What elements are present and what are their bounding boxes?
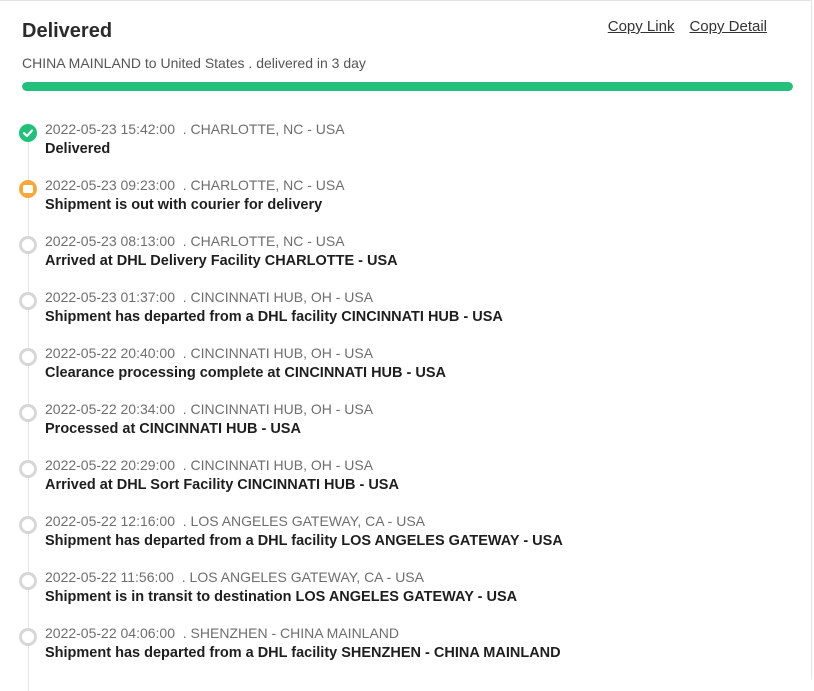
event-location: . CHARLOTTE, NC - USA — [182, 121, 345, 137]
timeline-event: 2022-05-23 15:42:00 . CHARLOTTE, NC - US… — [0, 117, 811, 173]
event-meta: 2022-05-22 12:16:00 . LOS ANGELES GATEWA… — [45, 513, 425, 529]
timeline-event: 2022-05-22 04:06:00 . SHENZHEN - CHINA M… — [0, 621, 811, 677]
timeline-event: 2022-05-23 08:13:00 . CHARLOTTE, NC - US… — [0, 229, 811, 285]
event-meta: 2022-05-23 09:23:00 . CHARLOTTE, NC - US… — [45, 177, 345, 193]
event-location: . CHARLOTTE, NC - USA — [182, 233, 345, 249]
check-circle-icon — [19, 124, 37, 142]
event-meta: 2022-05-23 08:13:00 . CHARLOTTE, NC - US… — [45, 233, 345, 249]
event-location: . CINCINNATI HUB, OH - USA — [182, 289, 374, 305]
event-description: Arrived at DHL Delivery Facility CHARLOT… — [45, 253, 398, 269]
event-description: Shipment is out with courier for deliver… — [45, 197, 323, 213]
event-location: . CINCINNATI HUB, OH - USA — [182, 401, 374, 417]
event-datetime: 2022-05-22 20:40:00 — [45, 345, 175, 361]
event-description: Processed at CINCINNATI HUB - USA — [45, 421, 301, 437]
event-meta: 2022-05-23 01:37:00 . CINCINNATI HUB, OH… — [45, 289, 373, 305]
delivery-truck-icon — [19, 180, 37, 198]
event-description: Delivered — [45, 141, 111, 157]
circle-icon — [19, 460, 37, 478]
event-description: Clearance processing complete at CINCINN… — [45, 365, 446, 381]
event-description: Arrived at DHL Sort Facility CINCINNATI … — [45, 477, 399, 493]
event-description: Shipment has departed from a DHL facilit… — [45, 309, 503, 325]
event-datetime: 2022-05-22 20:29:00 — [45, 457, 175, 473]
event-location: . SHENZHEN - CHINA MAINLAND — [182, 625, 400, 641]
event-description: Shipment is in transit to destination LO… — [45, 589, 518, 605]
timeline-event: 2022-05-22 20:29:00 . CINCINNATI HUB, OH… — [0, 453, 811, 509]
event-datetime: 2022-05-23 08:13:00 — [45, 233, 175, 249]
event-meta: 2022-05-22 20:29:00 . CINCINNATI HUB, OH… — [45, 457, 373, 473]
header-actions: Copy Link Copy Detail — [608, 18, 767, 35]
event-datetime: 2022-05-23 09:23:00 — [45, 177, 175, 193]
timeline-event: 2022-05-22 20:40:00 . CINCINNATI HUB, OH… — [0, 341, 811, 397]
copy-link-button[interactable]: Copy Link — [608, 18, 675, 35]
event-meta: 2022-05-22 11:56:00 . LOS ANGELES GATEWA… — [45, 569, 424, 585]
event-description: Shipment has departed from a DHL facilit… — [45, 645, 561, 661]
event-location: . CHARLOTTE, NC - USA — [182, 177, 345, 193]
timeline-event: 2022-05-22 20:34:00 . CINCINNATI HUB, OH… — [0, 397, 811, 453]
timeline-event: 2022-05-22 11:56:00 . LOS ANGELES GATEWA… — [0, 565, 811, 621]
event-description: Shipment has departed from a DHL facilit… — [45, 533, 563, 549]
tracking-card: Delivered Copy Link Copy Detail CHINA MA… — [0, 0, 812, 691]
circle-icon — [19, 516, 37, 534]
circle-icon — [19, 628, 37, 646]
event-datetime: 2022-05-23 15:42:00 — [45, 121, 175, 137]
event-datetime: 2022-05-22 12:16:00 — [45, 513, 175, 529]
timeline-event: 2022-05-23 01:37:00 . CINCINNATI HUB, OH… — [0, 285, 811, 341]
circle-icon — [19, 292, 37, 310]
event-meta: 2022-05-22 20:34:00 . CINCINNATI HUB, OH… — [45, 401, 373, 417]
event-location: . CINCINNATI HUB, OH - USA — [182, 345, 374, 361]
progress-fill — [22, 82, 793, 91]
tracking-timeline: 2022-05-23 15:42:00 . CHARLOTTE, NC - US… — [0, 117, 811, 691]
delivery-progress-bar — [22, 82, 793, 91]
event-datetime: 2022-05-22 11:56:00 — [45, 569, 174, 585]
timeline-event: 2022-05-22 12:16:00 . LOS ANGELES GATEWA… — [0, 509, 811, 565]
event-meta: 2022-05-23 15:42:00 . CHARLOTTE, NC - US… — [45, 121, 345, 137]
event-meta: 2022-05-22 04:06:00 . SHENZHEN - CHINA M… — [45, 625, 399, 641]
circle-icon — [19, 404, 37, 422]
timeline-event: 2022-05-23 09:23:00 . CHARLOTTE, NC - US… — [0, 173, 811, 229]
copy-detail-button[interactable]: Copy Detail — [689, 18, 767, 35]
event-meta: 2022-05-22 20:40:00 . CINCINNATI HUB, OH… — [45, 345, 373, 361]
event-datetime: 2022-05-23 01:37:00 — [45, 289, 175, 305]
event-location: . CINCINNATI HUB, OH - USA — [182, 457, 374, 473]
route-summary: CHINA MAINLAND to United States . delive… — [22, 55, 366, 71]
event-datetime: 2022-05-22 04:06:00 — [45, 625, 175, 641]
event-location: . LOS ANGELES GATEWAY, CA - USA — [181, 569, 424, 585]
circle-icon — [19, 572, 37, 590]
circle-icon — [19, 236, 37, 254]
shipment-status-title: Delivered — [22, 20, 113, 42]
circle-icon — [19, 348, 37, 366]
event-location: . LOS ANGELES GATEWAY, CA - USA — [182, 513, 426, 529]
event-datetime: 2022-05-22 20:34:00 — [45, 401, 175, 417]
